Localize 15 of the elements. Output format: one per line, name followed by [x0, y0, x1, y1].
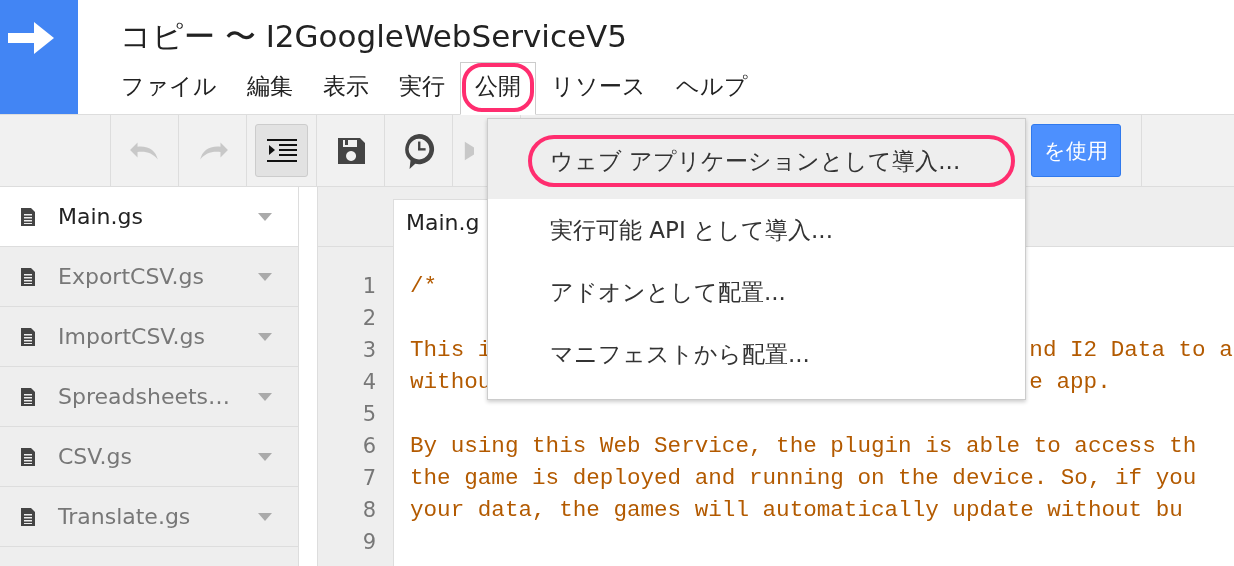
line-number: 8 — [361, 498, 376, 522]
line-number: 4 — [361, 370, 376, 394]
line-number: 7 — [361, 466, 376, 490]
line-number: 5 — [361, 402, 376, 426]
code-text: By using this Web Service, the plugin is able to access th — [409, 433, 1197, 459]
line-number: 1 — [361, 274, 376, 298]
line-number: 2 — [361, 306, 376, 330]
code-text: the game is deployed and running on the device. So, if you — [409, 465, 1197, 491]
code-text: nd I2 Data to a — [1029, 337, 1233, 363]
code-text: e app. — [1029, 369, 1111, 395]
code-text: your data, the games will automatically update without bu — [409, 497, 1183, 523]
code-text: /* — [409, 273, 438, 299]
line-number: 3 — [361, 338, 376, 362]
line-number: 6 — [361, 434, 376, 458]
line-number: 9 — [361, 530, 376, 554]
